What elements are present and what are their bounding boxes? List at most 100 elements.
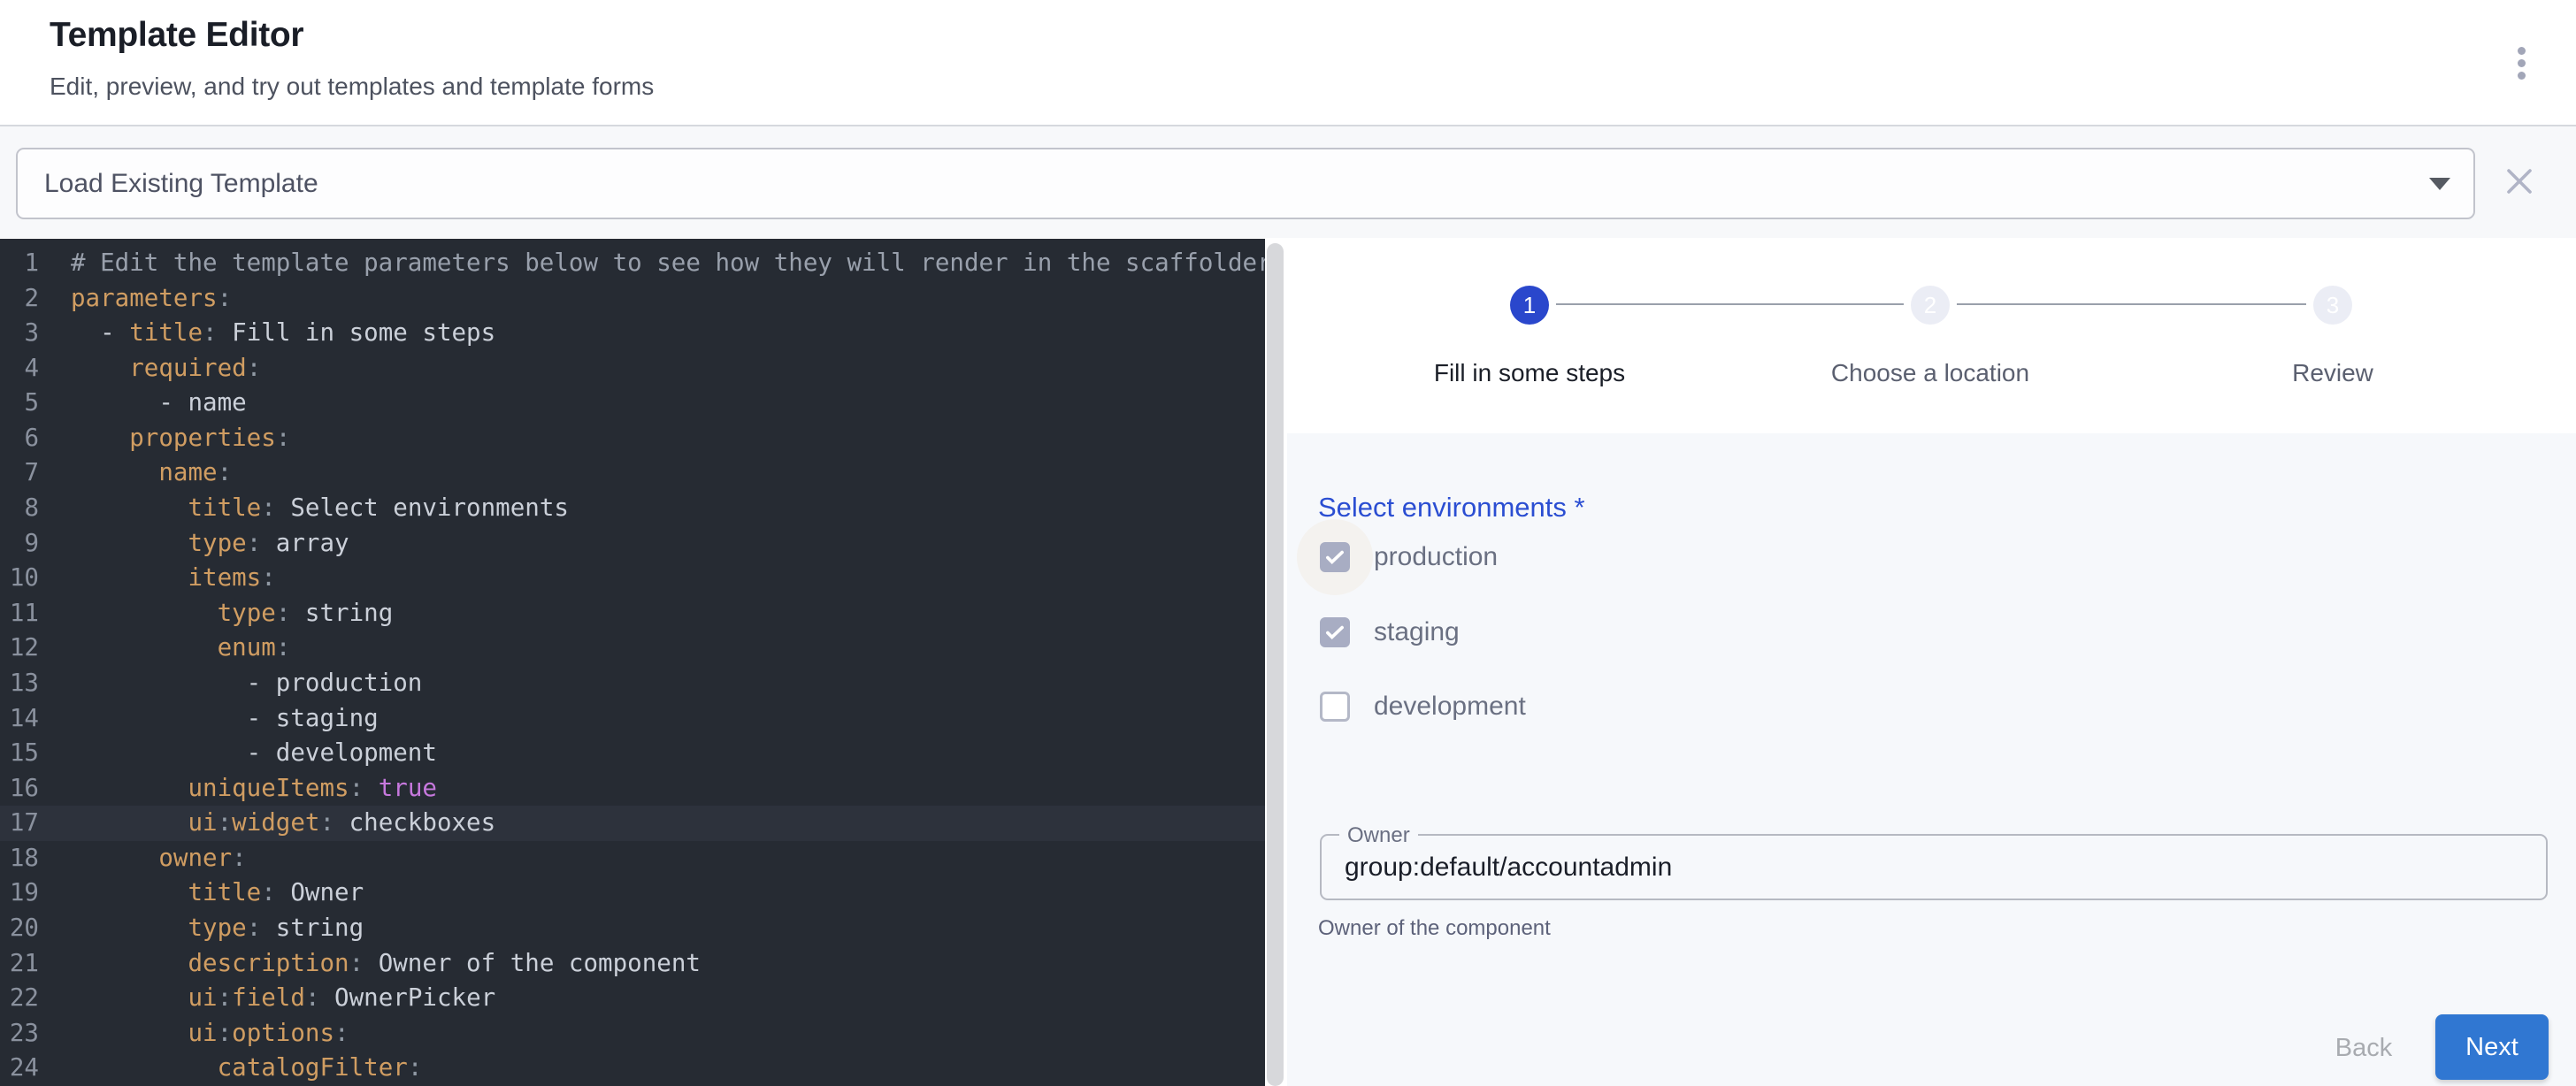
step-label-3: Review xyxy=(2138,359,2527,387)
code-text: type: array xyxy=(71,526,349,562)
line-number: 6 xyxy=(0,421,39,456)
editor-line[interactable]: 16 uniqueItems: true xyxy=(0,771,1265,807)
line-number: 21 xyxy=(0,946,39,982)
form-preview-panel xyxy=(1287,433,2576,1086)
editor-line[interactable]: 5 - name xyxy=(0,386,1265,421)
code-text: - production xyxy=(71,666,422,701)
step-connector xyxy=(1957,303,2306,305)
checkbox-development[interactable] xyxy=(1320,692,1350,722)
line-number: 13 xyxy=(0,666,39,701)
editor-line[interactable]: 19 title: Owner xyxy=(0,876,1265,911)
editor-line[interactable]: 1# Edit the template parameters below to… xyxy=(0,246,1265,281)
editor-lines: 1# Edit the template parameters below to… xyxy=(0,239,1265,1086)
code-text: enum: xyxy=(71,631,290,666)
kebab-menu-icon[interactable] xyxy=(2505,42,2537,92)
editor-line[interactable]: 18 owner: xyxy=(0,841,1265,876)
code-text: - name xyxy=(71,386,247,421)
step-circle-2: 2 xyxy=(1911,286,1950,325)
template-editor-page: Template Editor Edit, preview, and try o… xyxy=(0,0,2576,1086)
line-number: 18 xyxy=(0,841,39,876)
editor-line[interactable]: 4 required: xyxy=(0,351,1265,386)
code-text: - staging xyxy=(71,701,379,737)
editor-scrollbar-thumb[interactable] xyxy=(1267,243,1284,1086)
editor-line[interactable]: 24 catalogFilter: xyxy=(0,1051,1265,1086)
editor-line[interactable]: 3 - title: Fill in some steps xyxy=(0,316,1265,351)
step-circle-3: 3 xyxy=(2313,286,2352,325)
code-text: - title: Fill in some steps xyxy=(71,316,495,351)
line-number: 2 xyxy=(0,281,39,317)
page-title: Template Editor xyxy=(50,16,303,55)
editor-line[interactable]: 8 title: Select environments xyxy=(0,491,1265,526)
back-button[interactable]: Back xyxy=(2312,1022,2415,1074)
checkbox-label[interactable]: staging xyxy=(1374,616,1460,649)
step-label-2: Choose a location xyxy=(1736,359,2125,387)
editor-line[interactable]: 21 description: Owner of the component xyxy=(0,946,1265,982)
editor-line[interactable]: 23 ui:options: xyxy=(0,1016,1265,1052)
code-text: # Edit the template parameters below to … xyxy=(71,246,1265,281)
editor-line[interactable]: 6 properties: xyxy=(0,421,1265,456)
code-text: title: Owner xyxy=(71,876,364,911)
editor-line[interactable]: 17 ui:widget: checkboxes xyxy=(0,806,1265,841)
code-text: ui:field: OwnerPicker xyxy=(71,981,495,1016)
editor-line[interactable]: 20 type: string xyxy=(0,911,1265,946)
load-template-select[interactable]: Load Existing Template xyxy=(16,148,2475,219)
editor-line[interactable]: 10 items: xyxy=(0,561,1265,596)
line-number: 14 xyxy=(0,701,39,737)
line-number: 10 xyxy=(0,561,39,596)
editor-line[interactable]: 12 enum: xyxy=(0,631,1265,666)
line-number: 8 xyxy=(0,491,39,526)
line-number: 16 xyxy=(0,771,39,807)
environments-field-label: Select environments * xyxy=(1318,492,1585,524)
line-number: 3 xyxy=(0,316,39,351)
code-text: parameters: xyxy=(71,281,232,317)
load-template-select-value: Load Existing Template xyxy=(44,149,318,218)
step-label-1: Fill in some steps xyxy=(1335,359,1724,387)
line-number: 17 xyxy=(0,806,39,841)
checkbox-label[interactable]: development xyxy=(1374,690,1526,723)
line-number: 9 xyxy=(0,526,39,562)
code-text: description: Owner of the component xyxy=(71,946,701,982)
line-number: 20 xyxy=(0,911,39,946)
editor-line[interactable]: 11 type: string xyxy=(0,596,1265,631)
code-text: uniqueItems: true xyxy=(71,771,437,807)
next-button[interactable]: Next xyxy=(2435,1014,2549,1080)
owner-input-value: group:default/accountadmin xyxy=(1345,836,1672,899)
line-number: 7 xyxy=(0,455,39,491)
step-connector xyxy=(1556,303,1904,305)
line-number: 23 xyxy=(0,1016,39,1052)
checkbox-staging[interactable] xyxy=(1320,617,1350,647)
line-number: 12 xyxy=(0,631,39,666)
code-text: ui:widget: checkboxes xyxy=(71,806,495,841)
owner-helper-text: Owner of the component xyxy=(1318,916,1551,941)
owner-input[interactable]: Owner group:default/accountadmin xyxy=(1320,834,2548,900)
code-text: ui:options: xyxy=(71,1016,349,1052)
code-text: catalogFilter: xyxy=(71,1051,422,1086)
editor-line[interactable]: 9 type: array xyxy=(0,526,1265,562)
code-text: type: string xyxy=(71,596,393,631)
code-text: title: Select environments xyxy=(71,491,569,526)
line-number: 5 xyxy=(0,386,39,421)
line-number: 4 xyxy=(0,351,39,386)
code-text: - development xyxy=(71,736,437,771)
line-number: 24 xyxy=(0,1051,39,1086)
code-text: owner: xyxy=(71,841,247,876)
line-number: 22 xyxy=(0,981,39,1016)
close-icon[interactable] xyxy=(2506,168,2533,195)
editor-line[interactable]: 14 - staging xyxy=(0,701,1265,737)
editor-line[interactable]: 7 name: xyxy=(0,455,1265,491)
line-number: 15 xyxy=(0,736,39,771)
checkbox-label[interactable]: production xyxy=(1374,540,1498,574)
code-text: name: xyxy=(71,455,232,491)
editor-line[interactable]: 22 ui:field: OwnerPicker xyxy=(0,981,1265,1016)
checkbox-production[interactable] xyxy=(1320,542,1350,572)
toolbar: Load Existing Template xyxy=(0,126,2576,238)
editor-line[interactable]: 15 - development xyxy=(0,736,1265,771)
code-text: required: xyxy=(71,351,261,386)
editor-line[interactable]: 13 - production xyxy=(0,666,1265,701)
code-text: properties: xyxy=(71,421,290,456)
editor-line[interactable]: 2 parameters: xyxy=(0,281,1265,317)
yaml-code-editor[interactable]: 1# Edit the template parameters below to… xyxy=(0,239,1265,1086)
page-subtitle: Edit, preview, and try out templates and… xyxy=(50,73,654,101)
line-number: 19 xyxy=(0,876,39,911)
code-text: type: string xyxy=(71,911,364,946)
